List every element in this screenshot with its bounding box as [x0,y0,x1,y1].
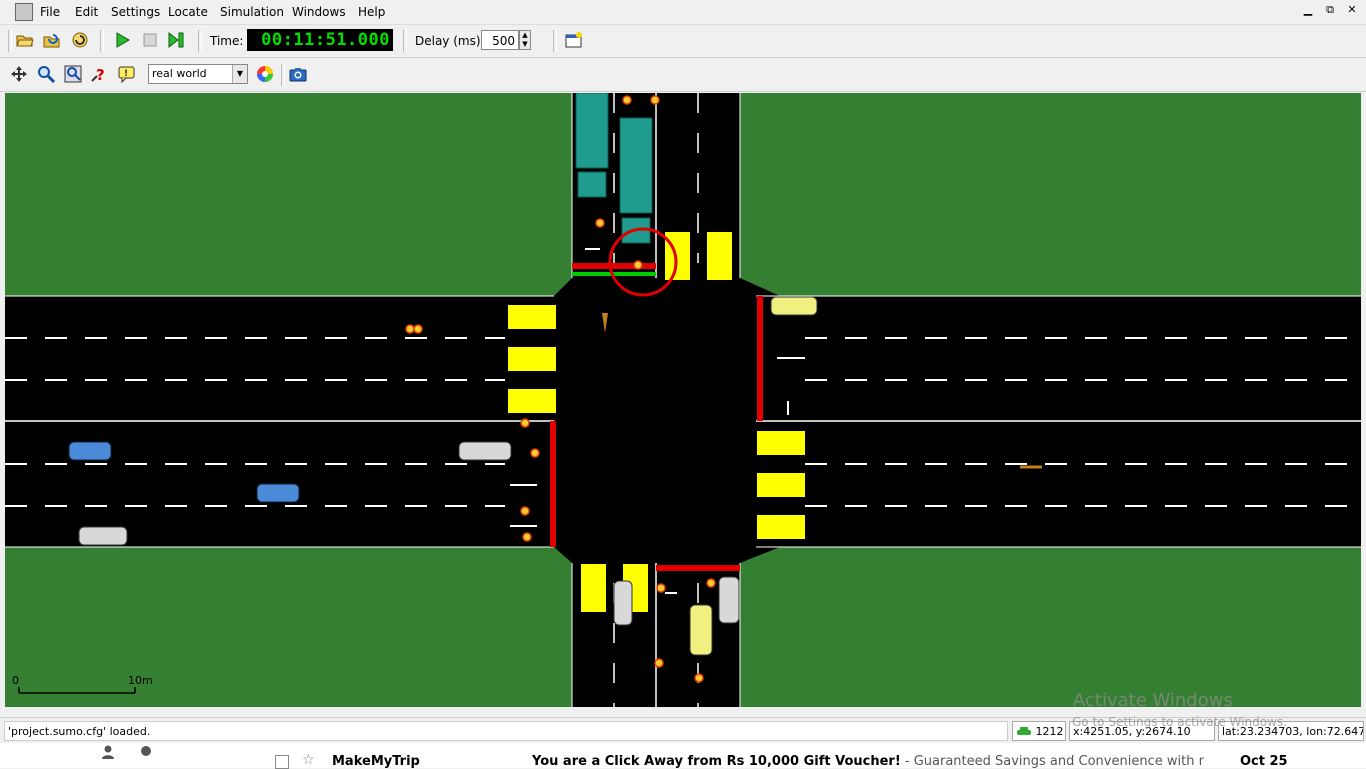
toolbar-separator [281,64,285,86]
restore-icon[interactable]: ⧉ [1322,3,1338,17]
email-sender[interactable]: MakeMyTrip [332,754,420,769]
simulation-canvas[interactable]: 0 10m Activate Windows [5,93,1361,707]
svg-text:!: ! [124,69,128,79]
zoom-icon[interactable] [36,64,56,84]
menu-locate[interactable]: Locate [168,5,208,19]
open-icon[interactable] [15,30,35,50]
road-network [5,93,1361,707]
toolbar-grip [8,30,12,52]
view-toolbar: ? ! real world ▼ [0,57,1366,92]
stop-icon[interactable] [140,30,160,50]
svg-text:?: ? [96,66,105,83]
color-wheel-icon[interactable] [255,64,275,84]
reload-icon[interactable] [42,30,62,50]
status-message: 'project.sumo.cfg' loaded. [4,721,1008,741]
menu-windows[interactable]: Windows [292,5,346,19]
chevron-down-icon[interactable]: ▼ [232,65,247,83]
delay-spinner[interactable]: ▲ ▼ [519,30,531,50]
email-list-strip: ☆ MakeMyTrip You are a Click Away from R… [0,743,1366,769]
menu-help[interactable]: Help [358,5,385,19]
scale-start-label: 0 [12,674,19,687]
delay-input[interactable]: 500 [481,30,519,50]
label-icon [141,746,151,756]
vehicle-count-box: 1212 [1012,721,1066,741]
email-subject: You are a Click Away from Rs 10,000 Gift… [532,754,901,769]
menu-edit[interactable]: Edit [75,5,98,19]
menu-simulation[interactable]: Simulation [220,5,284,19]
screenshot-icon[interactable] [288,64,308,84]
tooltip-icon[interactable]: ! [117,64,137,84]
color-scheme-select[interactable]: real world ▼ [148,64,248,84]
toolbar-separator [403,30,407,52]
time-display: 00:11:51.000 [247,29,393,51]
minimize-icon[interactable]: ▁ [1300,3,1316,17]
toolbar-separator [100,30,104,52]
run-icon[interactable] [112,30,132,50]
email-preview[interactable]: You are a Click Away from Rs 10,000 Gift… [532,754,1204,769]
activate-windows-title: Activate Windows [1073,690,1233,707]
email-date: Oct 25 [1240,754,1288,769]
query-icon[interactable]: ? [90,64,110,84]
scale-end-label: 10m [128,674,153,687]
email-checkbox[interactable] [275,755,289,769]
menu-settings[interactable]: Settings [111,5,160,19]
restart-icon[interactable] [70,30,90,50]
time-label: Time: [210,34,244,48]
color-scheme-value: real world [152,67,207,80]
toolbar-separator [198,30,202,52]
star-icon[interactable]: ☆ [302,752,315,768]
status-bar: 'project.sumo.cfg' loaded. 1212 x:4251.0… [0,715,1366,744]
step-icon[interactable] [166,30,186,50]
vehicle-count: 1212 [1035,725,1064,738]
person-icon [102,745,114,759]
toolbar-separator [553,30,557,52]
close-icon[interactable]: ✕ [1344,3,1360,17]
activate-windows-subtitle: Go to Settings to activate Windows. [1072,715,1287,729]
locate-icon[interactable] [63,64,83,84]
new-view-icon[interactable] [564,30,584,50]
main-toolbar: Time: 00:11:51.000 Delay (ms): 500 ▲ ▼ [0,24,1366,58]
menu-bar: File Edit Settings Locate Simulation Win… [0,0,1366,24]
app-icon[interactable] [15,3,33,21]
car-icon [1017,727,1031,735]
email-snippet: - Guaranteed Savings and Convenience wit… [900,754,1204,769]
recenter-icon[interactable] [9,64,29,84]
menu-file[interactable]: File [40,5,60,19]
delay-label: Delay (ms): [415,34,485,48]
